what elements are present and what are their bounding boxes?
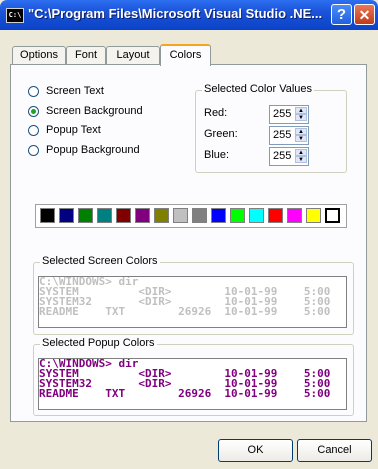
- color-swatch[interactable]: [135, 208, 150, 223]
- spin-down-icon[interactable]: ▼: [295, 135, 307, 142]
- color-swatch[interactable]: [59, 208, 74, 223]
- color-swatch[interactable]: [230, 208, 245, 223]
- red-value: 255: [273, 108, 292, 120]
- question-icon: ?: [336, 6, 347, 23]
- ok-button[interactable]: OK: [218, 439, 293, 462]
- preview-line: README TXT 26926 10-01-99 5:00: [39, 387, 331, 400]
- close-button[interactable]: ✕: [354, 4, 375, 25]
- red-label: Red:: [204, 107, 228, 119]
- tab-layout[interactable]: Layout: [106, 46, 160, 64]
- preview-line: README TXT 26926 10-01-99 5:00: [39, 305, 331, 318]
- green-label: Green:: [204, 128, 238, 140]
- color-swatch[interactable]: [287, 208, 302, 223]
- screen-colors-preview: C:\WINDOWS> dir SYSTEM <DIR> 10-01-99 5:…: [38, 276, 347, 328]
- tab-options[interactable]: Options: [12, 46, 66, 64]
- popup-colors-preview: C:\WINDOWS> dir SYSTEM <DIR> 10-01-99 5:…: [38, 358, 347, 410]
- radio-label: Screen Background: [46, 105, 143, 117]
- title-bar[interactable]: C:\ "C:\Program Files\Microsoft Visual S…: [0, 0, 378, 30]
- green-spinner[interactable]: 255 ▲ ▼: [269, 126, 309, 145]
- window-title: "C:\Program Files\Microsoft Visual Studi…: [28, 6, 323, 21]
- color-swatch[interactable]: [211, 208, 226, 223]
- group-title: Selected Color Values: [202, 83, 315, 95]
- green-value: 255: [273, 129, 292, 141]
- radio-indicator: [28, 86, 39, 97]
- group-title: Selected Screen Colors: [40, 255, 160, 267]
- close-icon: ✕: [358, 7, 371, 23]
- radio-label: Popup Text: [46, 124, 101, 136]
- spin-up-icon[interactable]: ▲: [295, 149, 307, 156]
- color-values-group: Selected Color Values Red: 255 ▲ ▼ Green:…: [195, 83, 347, 173]
- color-swatch[interactable]: [78, 208, 93, 223]
- color-swatch[interactable]: [97, 208, 112, 223]
- red-spinner[interactable]: 255 ▲ ▼: [269, 105, 309, 124]
- console-icon: C:\: [6, 8, 24, 23]
- radio-label: Screen Text: [46, 85, 104, 97]
- spin-up-icon[interactable]: ▲: [295, 107, 307, 114]
- color-swatch[interactable]: [325, 208, 340, 223]
- color-swatch[interactable]: [116, 208, 131, 223]
- color-swatch[interactable]: [306, 208, 321, 223]
- blue-spinner[interactable]: 255 ▲ ▼: [269, 147, 309, 166]
- color-swatch[interactable]: [249, 208, 264, 223]
- tab-colors[interactable]: Colors: [160, 44, 211, 66]
- blue-label: Blue:: [204, 149, 230, 161]
- spin-up-icon[interactable]: ▲: [295, 128, 307, 135]
- help-button[interactable]: ?: [331, 4, 352, 25]
- color-swatch[interactable]: [268, 208, 283, 223]
- color-swatch[interactable]: [40, 208, 55, 223]
- cancel-button[interactable]: Cancel: [297, 439, 372, 462]
- radio-indicator: [28, 145, 39, 156]
- color-swatch[interactable]: [154, 208, 169, 223]
- color-swatch[interactable]: [173, 208, 188, 223]
- spin-down-icon[interactable]: ▼: [295, 114, 307, 121]
- radio-indicator: [28, 106, 39, 117]
- radio-indicator: [28, 125, 39, 136]
- radio-label: Popup Background: [46, 144, 140, 156]
- spin-down-icon[interactable]: ▼: [295, 156, 307, 163]
- blue-value: 255: [273, 150, 292, 162]
- color-swatch[interactable]: [192, 208, 207, 223]
- color-palette: [35, 204, 347, 228]
- tab-font[interactable]: Font: [66, 46, 106, 64]
- group-title: Selected Popup Colors: [40, 337, 157, 349]
